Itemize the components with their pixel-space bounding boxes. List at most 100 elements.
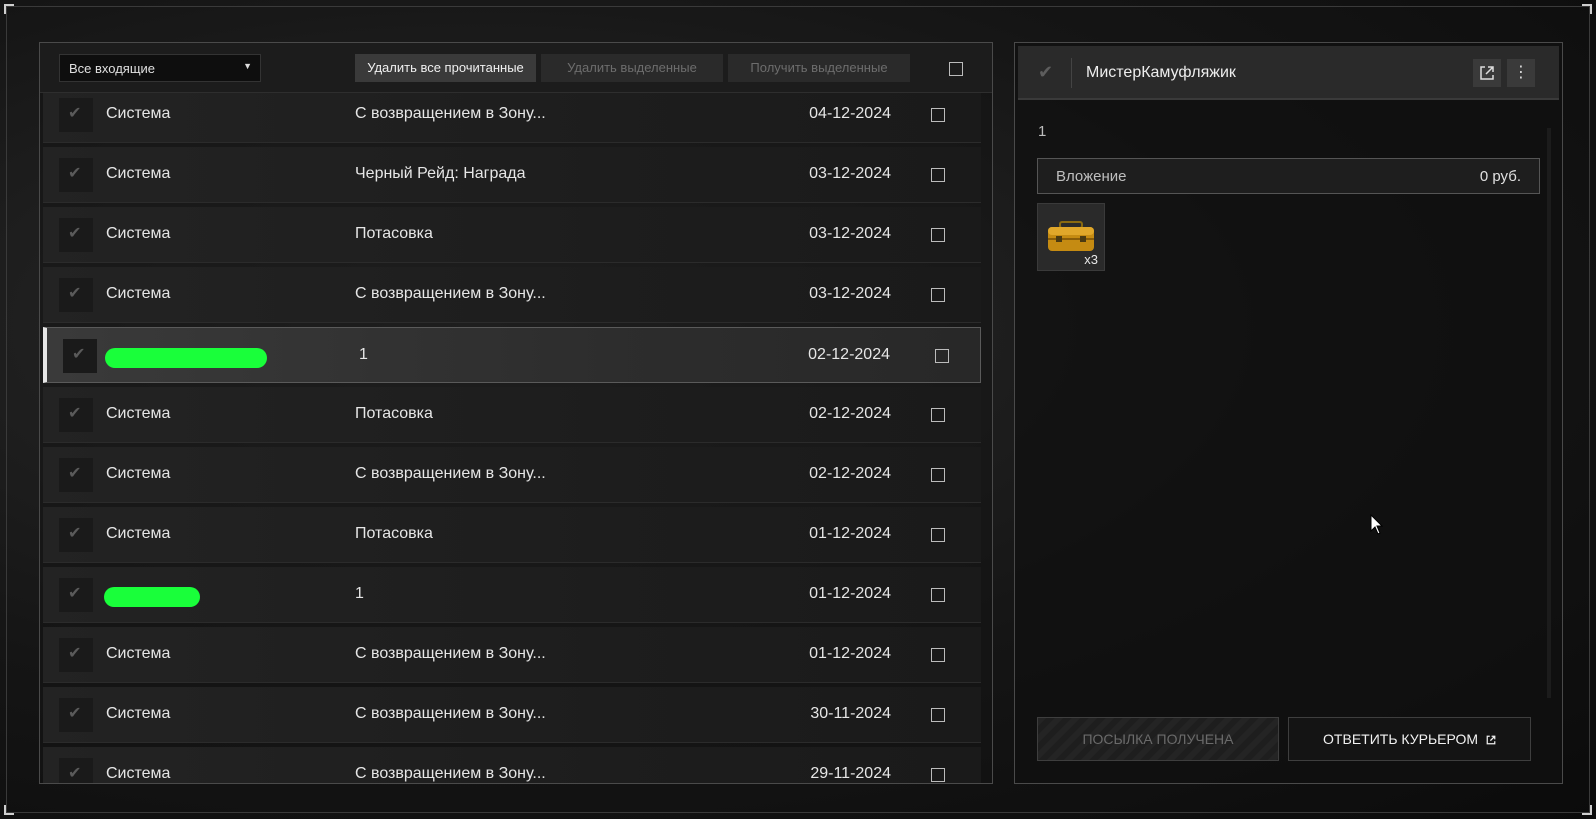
message-select-checkbox[interactable]: [931, 168, 945, 182]
delete-read-button[interactable]: Удалить все прочитанные: [355, 54, 536, 82]
case-icon: [1048, 221, 1094, 251]
message-select-checkbox[interactable]: [931, 468, 945, 482]
delete-selected-button[interactable]: Удалить выделенные: [541, 54, 723, 82]
read-status-box: ✔: [59, 98, 93, 132]
message-header: ✔ МистерКамуфляжик ⋮: [1018, 46, 1559, 100]
attachment-value: 0 руб.: [1479, 168, 1521, 185]
kebab-menu-icon: ⋮: [1513, 64, 1529, 81]
read-status-box: ✔: [59, 578, 93, 612]
frame-corner: [1582, 4, 1592, 14]
message-select-checkbox[interactable]: [931, 108, 945, 122]
message-select-checkbox[interactable]: [931, 768, 945, 782]
message-row[interactable]: ✔ Система С возвращением в Зону... 29-11-20…: [43, 747, 981, 783]
message-select-checkbox[interactable]: [931, 528, 945, 542]
message-select-checkbox[interactable]: [931, 288, 945, 302]
message-sender: Система: [106, 705, 171, 722]
more-options-button[interactable]: ⋮: [1507, 59, 1535, 87]
message-row[interactable]: ✔ 1 02-12-2024: [43, 327, 981, 383]
read-status-box: ✔: [59, 638, 93, 672]
message-date: 01-12-2024: [809, 525, 891, 542]
message-subject: 1: [355, 585, 364, 602]
attachment-item-slot[interactable]: x3: [1037, 203, 1105, 271]
message-row[interactable]: ✔ Система С возвращением в Зону... 30-11-20…: [43, 687, 981, 743]
filter-value: Все входящие: [69, 61, 156, 76]
read-status-box: ✔: [63, 339, 97, 373]
message-date: 03-12-2024: [809, 225, 891, 242]
check-icon: ✔: [68, 165, 82, 182]
message-list[interactable]: ✔ Система С возвращением в Зону... 04-12-20…: [40, 93, 984, 783]
mouse-cursor-icon: [1370, 514, 1384, 535]
read-status-box: ✔: [59, 398, 93, 432]
message-row[interactable]: ✔ Система Потасовка 03-12-2024: [43, 207, 981, 263]
message-sender: Система: [106, 105, 171, 122]
message-select-checkbox[interactable]: [931, 408, 945, 422]
check-icon: ✔: [68, 705, 82, 722]
inbox-filter-select[interactable]: Все входящие ▼: [59, 54, 261, 82]
message-subject: С возвращением в Зону...: [355, 645, 546, 662]
redacted-sender: [105, 348, 267, 368]
message-row[interactable]: ✔ Система С возвращением в Зону... 02-12-20…: [43, 447, 981, 503]
inbox-toolbar: Все входящие ▼ Удалить все прочитанные У…: [40, 43, 992, 93]
message-date: 03-12-2024: [809, 285, 891, 302]
message-date: 30-11-2024: [810, 705, 891, 722]
message-date: 01-12-2024: [809, 645, 891, 662]
reply-courier-button[interactable]: ОТВЕТИТЬ КУРЬЕРОМ: [1288, 717, 1531, 761]
check-icon: ✔: [68, 285, 82, 302]
check-icon: ✔: [68, 765, 82, 782]
frame-corner: [4, 4, 14, 14]
receive-selected-button[interactable]: Получить выделенные: [728, 54, 910, 82]
read-status-box: ✔: [59, 218, 93, 252]
message-sender: Система: [106, 645, 171, 662]
external-link-icon: [1486, 735, 1496, 745]
attachment-bar: Вложение 0 руб.: [1037, 158, 1540, 194]
select-all-checkbox[interactable]: [949, 62, 963, 76]
message-subject: С возвращением в Зону...: [355, 105, 546, 122]
message-select-checkbox[interactable]: [931, 648, 945, 662]
message-subject: Потасовка: [355, 225, 433, 242]
message-select-checkbox[interactable]: [935, 349, 949, 363]
message-row[interactable]: ✔ Система С возвращением в Зону... 04-12-20…: [43, 93, 981, 143]
message-select-checkbox[interactable]: [931, 588, 945, 602]
message-detail-panel: ✔ МистерКамуфляжик ⋮ 1 Вложение 0 руб. x…: [1014, 42, 1563, 784]
check-icon: ✔: [72, 346, 86, 363]
message-date: 02-12-2024: [808, 346, 890, 363]
message-subject: С возвращением в Зону...: [355, 765, 546, 782]
message-select-checkbox[interactable]: [931, 228, 945, 242]
attachment-label: Вложение: [1056, 168, 1127, 185]
parcel-received-button[interactable]: ПОСЫЛКА ПОЛУЧЕНА: [1037, 717, 1279, 761]
message-date: 03-12-2024: [809, 165, 891, 182]
message-row[interactable]: ✔ Система С возвращением в Зону... 01-12-20…: [43, 627, 981, 683]
message-subject: С возвращением в Зону...: [355, 705, 546, 722]
open-external-button[interactable]: [1473, 59, 1501, 87]
read-status-box: ✔: [59, 518, 93, 552]
message-select-checkbox[interactable]: [931, 708, 945, 722]
detail-scrollbar[interactable]: [1547, 128, 1551, 698]
read-status-box: ✔: [59, 698, 93, 732]
message-subject: Потасовка: [355, 405, 433, 422]
message-date: 02-12-2024: [809, 465, 891, 482]
message-row[interactable]: ✔ Система Потасовка 01-12-2024: [43, 507, 981, 563]
message-row[interactable]: ✔ Система Потасовка 02-12-2024: [43, 387, 981, 443]
redacted-sender: [104, 587, 200, 607]
check-icon: ✔: [68, 105, 82, 122]
message-date: 01-12-2024: [809, 585, 891, 602]
message-sender: Система: [106, 165, 171, 182]
message-date: 29-11-2024: [810, 765, 891, 782]
read-status-box: ✔: [59, 158, 93, 192]
check-icon: ✔: [68, 465, 82, 482]
check-icon: ✔: [68, 225, 82, 242]
check-icon: ✔: [68, 525, 82, 542]
header-divider: [1071, 58, 1072, 88]
message-row[interactable]: ✔ Система Черный Рейд: Награда 03-12-2024: [43, 147, 981, 203]
message-row[interactable]: ✔ Система С возвращением в Зону... 03-12-20…: [43, 267, 981, 323]
dropdown-arrow-icon: ▼: [243, 61, 252, 71]
read-status-box: ✔: [59, 278, 93, 312]
check-icon: ✔: [68, 645, 82, 662]
message-row[interactable]: ✔ 1 01-12-2024: [43, 567, 981, 623]
message-sender: МистерКамуфляжик: [1086, 64, 1236, 81]
frame-corner: [4, 805, 14, 815]
message-subject: 1: [359, 346, 368, 363]
frame-corner: [1582, 805, 1592, 815]
message-date: 04-12-2024: [809, 105, 891, 122]
message-body: 1: [1038, 123, 1047, 140]
